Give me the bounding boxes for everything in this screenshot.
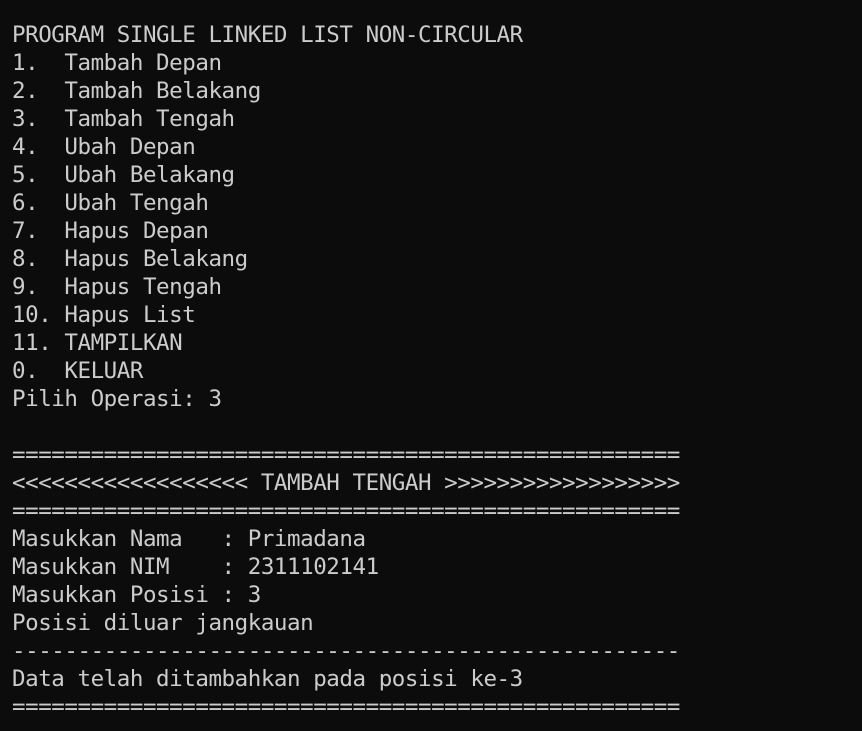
double-separator-middle: ========================================…	[12, 498, 680, 524]
double-separator-top: ========================================…	[12, 442, 680, 468]
operation-prompt: Pilih Operasi: 3	[12, 386, 222, 412]
menu-item-ubah-tengah: 6. Ubah Tengah	[12, 190, 209, 216]
terminal-window[interactable]: PROGRAM SINGLE LINKED LIST NON-CIRCULAR …	[0, 0, 862, 731]
menu-item-tambah-belakang: 2. Tambah Belakang	[12, 78, 261, 104]
menu-item-tambah-tengah: 3. Tambah Tengah	[12, 106, 235, 132]
section-header: <<<<<<<<<<<<<<<<<< TAMBAH TENGAH >>>>>>>…	[12, 470, 680, 496]
menu-item-hapus-list: 10. Hapus List	[12, 302, 196, 328]
message-out-of-range: Posisi diluar jangkauan	[12, 610, 314, 636]
menu-item-ubah-depan: 4. Ubah Depan	[12, 134, 196, 160]
menu-item-hapus-depan: 7. Hapus Depan	[12, 218, 209, 244]
menu-item-hapus-tengah: 9. Hapus Tengah	[12, 274, 222, 300]
input-posisi: Masukkan Posisi : 3	[12, 582, 261, 608]
menu-item-tambah-depan: 1. Tambah Depan	[12, 50, 222, 76]
message-success: Data telah ditambahkan pada posisi ke-3	[12, 666, 523, 692]
input-nim: Masukkan NIM : 2311102141	[12, 554, 379, 580]
menu-item-ubah-belakang: 5. Ubah Belakang	[12, 162, 235, 188]
double-separator-bottom: ========================================…	[12, 694, 680, 720]
program-title: PROGRAM SINGLE LINKED LIST NON-CIRCULAR	[12, 22, 523, 48]
menu-item-keluar: 0. KELUAR	[12, 358, 143, 384]
single-separator: ----------------------------------------…	[12, 638, 680, 664]
menu-item-hapus-belakang: 8. Hapus Belakang	[12, 246, 248, 272]
menu-item-tampilkan: 11. TAMPILKAN	[12, 330, 183, 356]
input-nama: Masukkan Nama : Primadana	[12, 526, 366, 552]
